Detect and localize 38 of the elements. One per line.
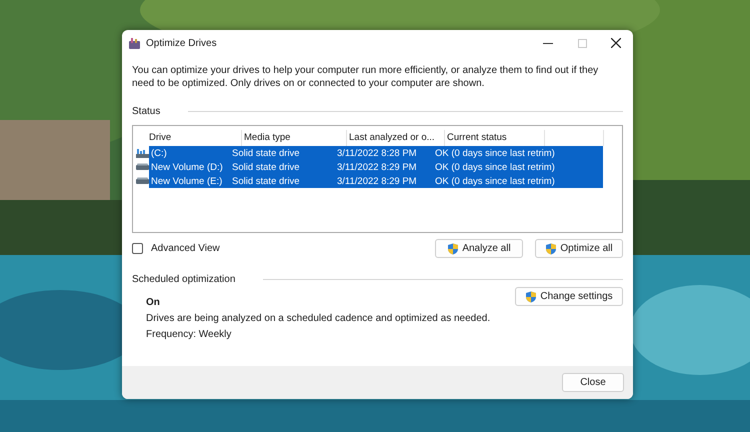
optimize-all-button[interactable]: Optimize all [535, 239, 623, 258]
table-cell-text: OK (0 days since last retrim) [434, 148, 556, 158]
close-button[interactable]: Close [562, 373, 624, 392]
shield-icon [545, 242, 558, 254]
analyze-all-button[interactable]: Analyze all [435, 239, 523, 258]
schedule-state: On [146, 297, 161, 309]
checkbox-label: Advanced View [151, 243, 220, 254]
shield-icon [447, 242, 460, 254]
drive-row[interactable]: New Volume (D:) Solid state drive 3/11/2022 8:29 PM OK (0 days since last retrim) [149, 160, 603, 174]
table-cell-text: 3/11/2022 8:29 PM [336, 176, 418, 186]
drive-icon [136, 177, 148, 185]
table-cell-text: Solid state drive [231, 148, 301, 158]
table-cell-text: New Volume (E:) [150, 176, 224, 186]
drive-icon [136, 163, 148, 171]
table-cell-text: 3/11/2022 8:29 PM [336, 162, 418, 172]
schedule-description: Drives are being analyzed on a scheduled cadence and optimized as needed. [146, 313, 492, 325]
shield-icon [525, 290, 538, 302]
drive-row[interactable]: New Volume (E:) Solid state drive 3/11/2022 8:29 PM OK (0 days since last retrim) [149, 174, 603, 188]
maximize-icon [578, 38, 586, 48]
section-label: Scheduled optimization [132, 274, 236, 285]
table-cell-text: New Volume (D:) [150, 162, 224, 172]
drive-icon [136, 148, 148, 158]
table-cell-text: Solid state drive [231, 176, 301, 186]
drive-row[interactable]: (C:) Solid state drive 3/11/2022 8:28 PM OK (0 days since last retrim) [149, 146, 603, 160]
table-cell-text: (C:) [150, 148, 168, 158]
description-text: You can optimize your drives to help your computer run more efficiently, or analyze them to find out if they need to be optimized. Only drives on or connected to your computer are shown. [132, 64, 600, 90]
close-icon[interactable] [611, 38, 621, 48]
change-settings-button[interactable]: Change settings [515, 287, 623, 306]
section-label: Status [132, 106, 160, 117]
table-cell-text: OK (0 days since last retrim) [434, 162, 556, 172]
checkbox[interactable] [132, 243, 143, 254]
window-title: Optimize Drives [146, 38, 218, 48]
table-cell-text: Solid state drive [231, 162, 301, 172]
table-cell-text: OK (0 days since last retrim) [434, 176, 556, 186]
frequency-text: Frequency: Weekly [146, 329, 232, 341]
table-cell-text: 3/11/2022 8:28 PM [336, 148, 418, 158]
app-icon [129, 38, 140, 48]
minimize-icon[interactable] [543, 42, 553, 44]
